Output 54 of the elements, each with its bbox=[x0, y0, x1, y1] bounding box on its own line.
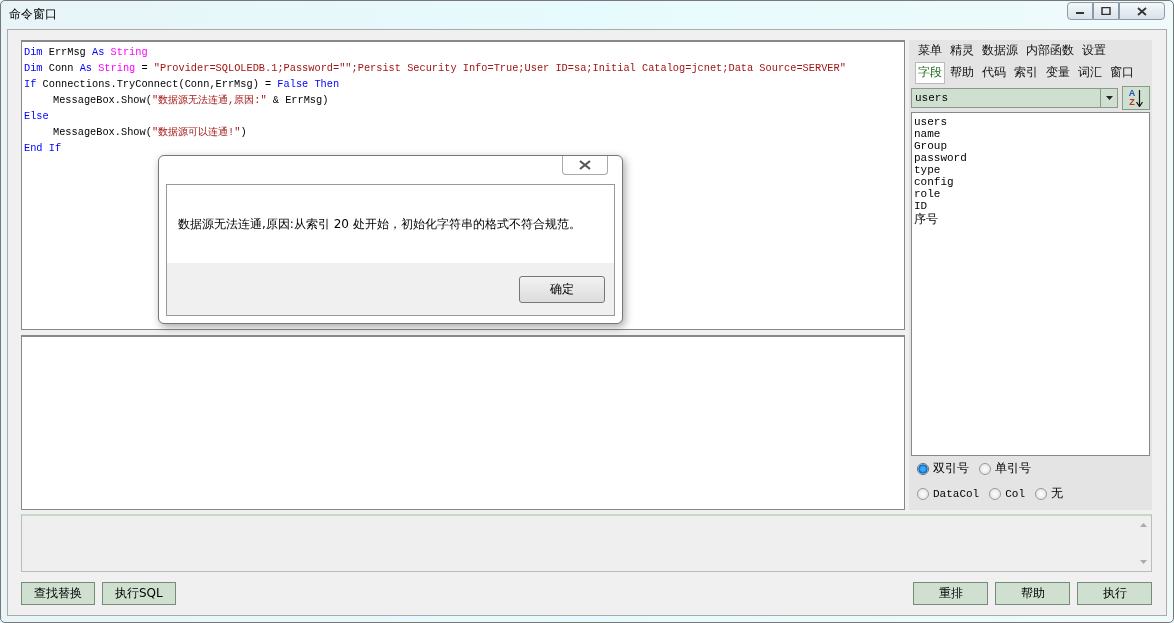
table-dropdown[interactable]: users bbox=[911, 88, 1118, 108]
panel-tab[interactable]: 字段 bbox=[915, 62, 945, 84]
window-title: 命令窗口 bbox=[9, 5, 57, 23]
quote-radio[interactable]: 双引号 bbox=[917, 460, 969, 477]
minimize-button[interactable] bbox=[1067, 2, 1093, 20]
panel-tab[interactable]: 内部函数 bbox=[1023, 40, 1077, 62]
field-item[interactable]: name bbox=[914, 128, 1147, 140]
panel-tab[interactable]: 词汇 bbox=[1075, 62, 1105, 84]
sort-button[interactable]: A Z bbox=[1122, 86, 1150, 110]
panel-tab[interactable]: 设置 bbox=[1079, 40, 1109, 62]
field-item[interactable]: role bbox=[914, 188, 1147, 200]
field-item[interactable]: 序号 bbox=[914, 212, 1147, 226]
down-arrow-icon bbox=[1136, 89, 1144, 107]
code-line: End If bbox=[24, 141, 62, 156]
code-line: Dim Conn As String = "Provider=SQLOLEDB.1;Password="";Persist Security Info=True;User ID=sa;Initial Catalog=jcnet;Data Source=SERVER" bbox=[24, 61, 846, 76]
field-item[interactable]: password bbox=[914, 152, 1147, 164]
panel-tab[interactable]: 索引 bbox=[1011, 62, 1041, 84]
field-item[interactable]: type bbox=[914, 164, 1147, 176]
maximize-button[interactable] bbox=[1093, 2, 1119, 20]
action-button[interactable]: 执行 bbox=[1077, 582, 1152, 605]
field-item[interactable]: users bbox=[914, 116, 1147, 128]
maximize-icon bbox=[1101, 7, 1111, 15]
action-button[interactable]: 重排 bbox=[913, 582, 988, 605]
panel-tab[interactable]: 窗口 bbox=[1107, 62, 1137, 84]
panel-tab[interactable]: 菜单 bbox=[915, 40, 945, 62]
panel-tab[interactable]: 精灵 bbox=[947, 40, 977, 62]
close-button[interactable] bbox=[562, 156, 608, 175]
field-item[interactable]: Group bbox=[914, 140, 1147, 152]
code-line: If Connections.TryConnect(Conn,ErrMsg) = False Then bbox=[24, 77, 340, 92]
action-button[interactable]: 帮助 bbox=[995, 582, 1070, 605]
code-line: Else bbox=[24, 109, 49, 124]
panel-tab[interactable]: 变量 bbox=[1043, 62, 1073, 84]
code-line: Dim ErrMsg As String bbox=[24, 45, 148, 60]
quote-radio[interactable]: 单引号 bbox=[979, 460, 1031, 477]
sort-letter: Z bbox=[1128, 98, 1136, 107]
column-radio[interactable]: DataCol bbox=[917, 485, 980, 502]
panel-tab[interactable]: 帮助 bbox=[947, 62, 977, 84]
ok-button[interactable]: 确定 bbox=[519, 275, 605, 303]
field-item[interactable]: config bbox=[914, 176, 1147, 188]
dropdown-caret-icon bbox=[1105, 96, 1113, 100]
close-icon bbox=[579, 160, 591, 170]
toolbar-button[interactable]: 查找替换 bbox=[21, 582, 95, 605]
panel-tab[interactable]: 数据源 bbox=[979, 40, 1021, 62]
field-item[interactable]: ID bbox=[914, 200, 1147, 212]
close-icon bbox=[1137, 6, 1147, 16]
toolbar-button[interactable]: 执行SQL bbox=[102, 582, 176, 605]
code-line: MessageBox.Show("数据源可以连通!") bbox=[52, 125, 247, 140]
column-radio[interactable]: Col bbox=[989, 485, 1026, 502]
dialog-message: 数据源无法连通,原因:从索引 20 处开始，初始化字符串的格式不符合规范。 bbox=[178, 215, 581, 233]
sort-letter: A bbox=[1128, 89, 1136, 98]
close-button[interactable] bbox=[1119, 2, 1165, 20]
panel-tab[interactable]: 代码 bbox=[979, 62, 1009, 84]
column-radio[interactable]: 无 bbox=[1035, 485, 1064, 502]
code-line: MessageBox.Show("数据源无法连通,原因:" & ErrMsg) bbox=[52, 93, 329, 108]
